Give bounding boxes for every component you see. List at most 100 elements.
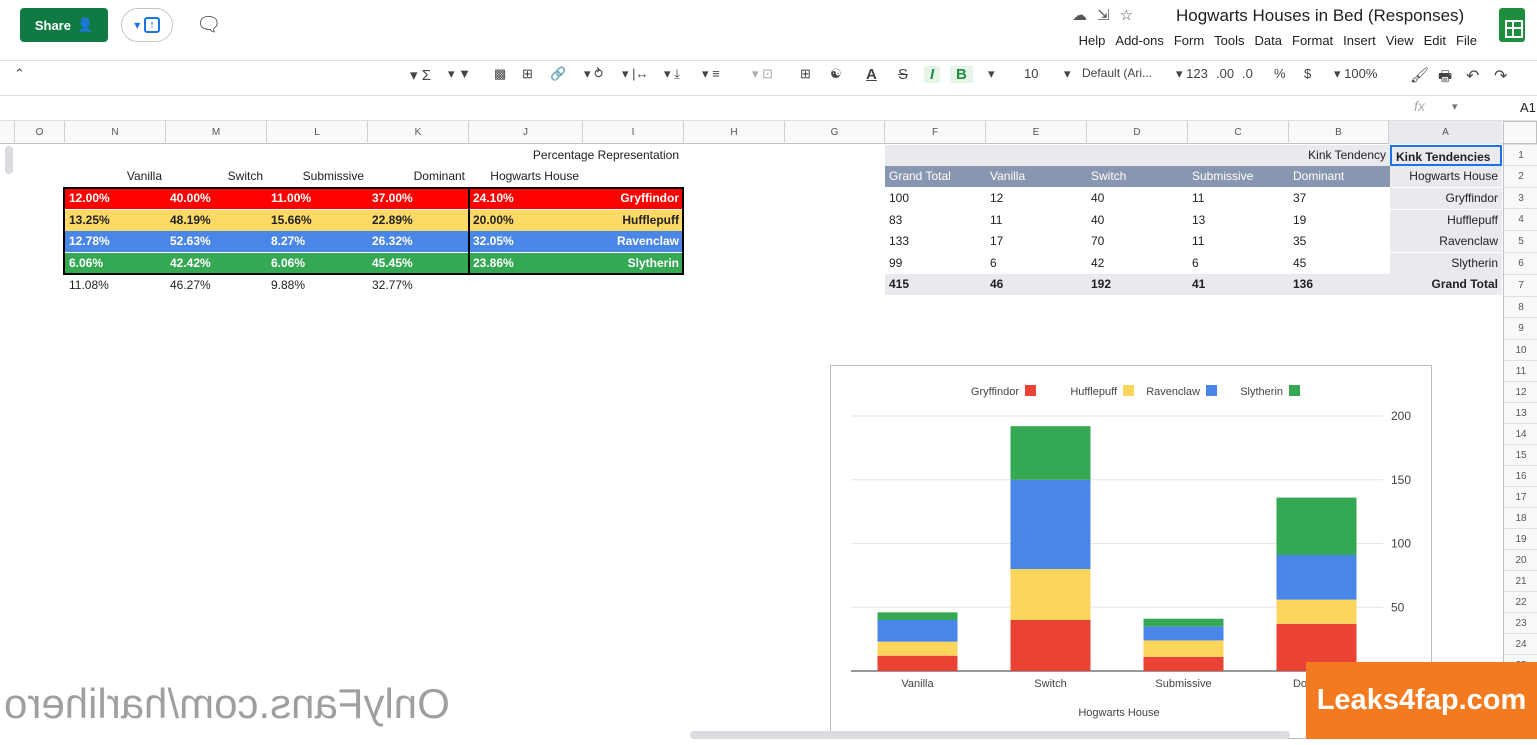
pivot-value[interactable]: 37 bbox=[1289, 188, 1390, 209]
column-header-i[interactable]: I bbox=[582, 121, 683, 144]
pivot-value[interactable]: 99 bbox=[885, 253, 986, 274]
pivot-grand-total-value[interactable]: 415 bbox=[885, 274, 986, 295]
move-icon[interactable]: ⇲ bbox=[1097, 7, 1120, 24]
column-header-e[interactable]: E bbox=[985, 121, 1086, 144]
font-select-chevron[interactable]: ▾ bbox=[1064, 66, 1071, 82]
pivot-value[interactable]: 70 bbox=[1087, 231, 1188, 252]
pivot-value[interactable]: 11 bbox=[1188, 231, 1289, 252]
menu-insert[interactable]: Insert bbox=[1343, 33, 1376, 48]
pivot-grand-total-value[interactable]: 46 bbox=[986, 274, 1087, 295]
row-header-11[interactable]: 11 bbox=[1504, 360, 1537, 381]
row-header-12[interactable]: 12 bbox=[1504, 381, 1537, 402]
pivot-grand-total-label[interactable]: Grand Total bbox=[1390, 274, 1502, 295]
percent-header[interactable]: Vanilla bbox=[65, 166, 166, 187]
document-title[interactable]: Hogwarts Houses in Bed (Responses) bbox=[1176, 6, 1464, 26]
pivot-value[interactable]: 35 bbox=[1289, 231, 1390, 252]
percent-header[interactable]: Switch bbox=[166, 166, 267, 187]
pivot-value[interactable]: 12 bbox=[986, 188, 1087, 209]
column-header-a[interactable]: A bbox=[1388, 121, 1502, 144]
row-header-7[interactable]: 7 bbox=[1504, 274, 1537, 295]
pivot-value[interactable]: 100 bbox=[885, 188, 986, 209]
percent-header[interactable]: Dominant bbox=[368, 166, 469, 187]
collapse-icon[interactable]: ⌃ bbox=[14, 66, 25, 82]
row-header-17[interactable]: 17 bbox=[1504, 486, 1537, 507]
fill-color-icon[interactable]: ☯ bbox=[830, 66, 842, 82]
formula-input[interactable] bbox=[0, 97, 1400, 121]
text-rotation-button[interactable]: ▾ ⥁ bbox=[584, 66, 603, 82]
row-header-10[interactable]: 10 bbox=[1504, 339, 1537, 360]
row-header-18[interactable]: 18 bbox=[1504, 507, 1537, 528]
sheets-logo[interactable] bbox=[1499, 8, 1525, 42]
menu-format[interactable]: Format bbox=[1292, 33, 1333, 48]
column-header-n[interactable]: N bbox=[64, 121, 165, 144]
font-size-value[interactable]: 10 bbox=[1024, 66, 1038, 81]
pivot-value[interactable]: 13 bbox=[1188, 210, 1289, 231]
link-icon[interactable]: 🔗 bbox=[550, 66, 566, 82]
comment-icon[interactable]: 🗨 bbox=[196, 12, 221, 37]
percent-header[interactable]: Hogwarts House bbox=[469, 166, 583, 187]
row-header-15[interactable]: 15 bbox=[1504, 444, 1537, 465]
chart-icon[interactable]: ▩ bbox=[494, 66, 506, 82]
pivot-value[interactable]: 40 bbox=[1087, 188, 1188, 209]
row-header-5[interactable]: 5 bbox=[1504, 230, 1537, 251]
star-icon[interactable]: ☆ bbox=[1120, 7, 1143, 24]
row-header-23[interactable]: 23 bbox=[1504, 612, 1537, 633]
vertical-align-button[interactable]: ▾ ⤓ bbox=[664, 66, 680, 82]
row-header-22[interactable]: 22 bbox=[1504, 591, 1537, 612]
row-header-21[interactable]: 21 bbox=[1504, 570, 1537, 591]
row-header-14[interactable]: 14 bbox=[1504, 423, 1537, 444]
pivot-value[interactable]: 40 bbox=[1087, 210, 1188, 231]
print-icon[interactable]: 🖶 bbox=[1438, 66, 1452, 91]
menu-file[interactable]: File bbox=[1456, 33, 1477, 48]
menu-view[interactable]: View bbox=[1386, 33, 1414, 48]
column-header-f[interactable]: F bbox=[884, 121, 985, 144]
font-select[interactable]: Default (Ari... bbox=[1082, 66, 1152, 80]
pivot-row-label[interactable]: Hogwarts House bbox=[1390, 166, 1502, 187]
pivot-house-hufflepuff[interactable]: Hufflepuff bbox=[1390, 209, 1502, 231]
column-header-o[interactable]: O bbox=[14, 121, 64, 144]
row-header-9[interactable]: 9 bbox=[1504, 317, 1537, 338]
pivot-grand-total-value[interactable]: 136 bbox=[1289, 274, 1390, 295]
row-header-2[interactable]: 2 bbox=[1504, 165, 1537, 186]
share-button[interactable]: Share 👤 bbox=[20, 8, 108, 42]
column-header-j[interactable]: J bbox=[468, 121, 582, 144]
percent-table-title[interactable]: Percentage Representation bbox=[469, 145, 683, 166]
pivot-value[interactable]: 42 bbox=[1087, 253, 1188, 274]
pivot-value[interactable]: 11 bbox=[1188, 188, 1289, 209]
pivot-house-gryffindor[interactable]: Gryffindor bbox=[1390, 188, 1502, 209]
paint-format-icon[interactable]: 🖌 bbox=[1410, 66, 1429, 84]
menu-tools[interactable]: Tools bbox=[1214, 33, 1244, 48]
column-header-m[interactable]: M bbox=[165, 121, 266, 144]
bold-button[interactable]: B bbox=[950, 66, 973, 83]
menu-data[interactable]: Data bbox=[1255, 33, 1282, 48]
italic-button[interactable]: I bbox=[924, 66, 941, 83]
horizontal-align-button[interactable]: ▾ ≡ bbox=[702, 66, 720, 82]
redo-icon[interactable]: ↷ bbox=[1494, 66, 1507, 86]
pivot-grand-total-value[interactable]: 41 bbox=[1188, 274, 1289, 295]
percent-total-value[interactable]: 11.08% bbox=[65, 275, 166, 296]
font-size-select[interactable]: ▾ bbox=[988, 66, 995, 82]
add-comment-icon[interactable]: ⊞ bbox=[522, 66, 533, 82]
borders-icon[interactable]: ⊞ bbox=[800, 66, 811, 82]
currency-button[interactable]: $ bbox=[1304, 66, 1311, 81]
pivot-value[interactable]: 6 bbox=[1188, 253, 1289, 274]
pivot-value[interactable]: 11 bbox=[986, 210, 1087, 231]
row-header-20[interactable]: 20 bbox=[1504, 549, 1537, 570]
column-header-c[interactable]: C bbox=[1187, 121, 1288, 144]
pivot-value[interactable]: 6 bbox=[986, 253, 1087, 274]
percent-total-value[interactable]: 32.77% bbox=[368, 275, 469, 296]
pivot-house-slytherin[interactable]: Slytherin bbox=[1390, 252, 1502, 274]
move-to-drive-button[interactable]: ▾ ↑ bbox=[121, 8, 173, 42]
pivot-house-ravenclaw[interactable]: Ravenclaw bbox=[1390, 231, 1502, 252]
decimal-less-button[interactable]: .0 bbox=[1242, 66, 1253, 81]
menu-addons[interactable]: Add-ons bbox=[1115, 33, 1163, 48]
percent-button[interactable]: % bbox=[1274, 66, 1286, 81]
pivot-header[interactable]: Switch bbox=[1087, 166, 1188, 187]
percent-total-value[interactable]: 46.27% bbox=[166, 275, 267, 296]
cell-reference-dropdown[interactable]: ▾ bbox=[1452, 100, 1458, 113]
row-header-1[interactable]: 1 bbox=[1504, 144, 1537, 165]
column-header-l[interactable]: L bbox=[266, 121, 367, 144]
row-header-6[interactable]: 6 bbox=[1504, 252, 1537, 273]
row-header-16[interactable]: 16 bbox=[1504, 465, 1537, 486]
zoom-select[interactable]: ▾ 100% bbox=[1334, 66, 1377, 82]
